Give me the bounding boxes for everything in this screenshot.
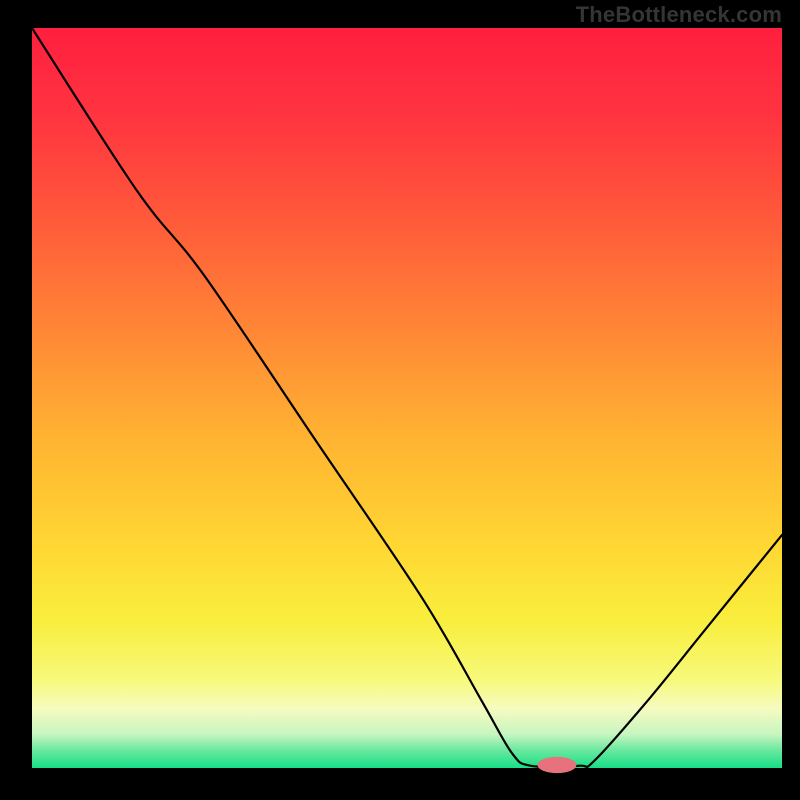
bottleneck-chart [0,0,800,800]
plot-background [32,28,782,768]
chart-frame: TheBottleneck.com [0,0,800,800]
watermark-text: TheBottleneck.com [576,2,782,28]
optimal-marker [538,757,577,773]
